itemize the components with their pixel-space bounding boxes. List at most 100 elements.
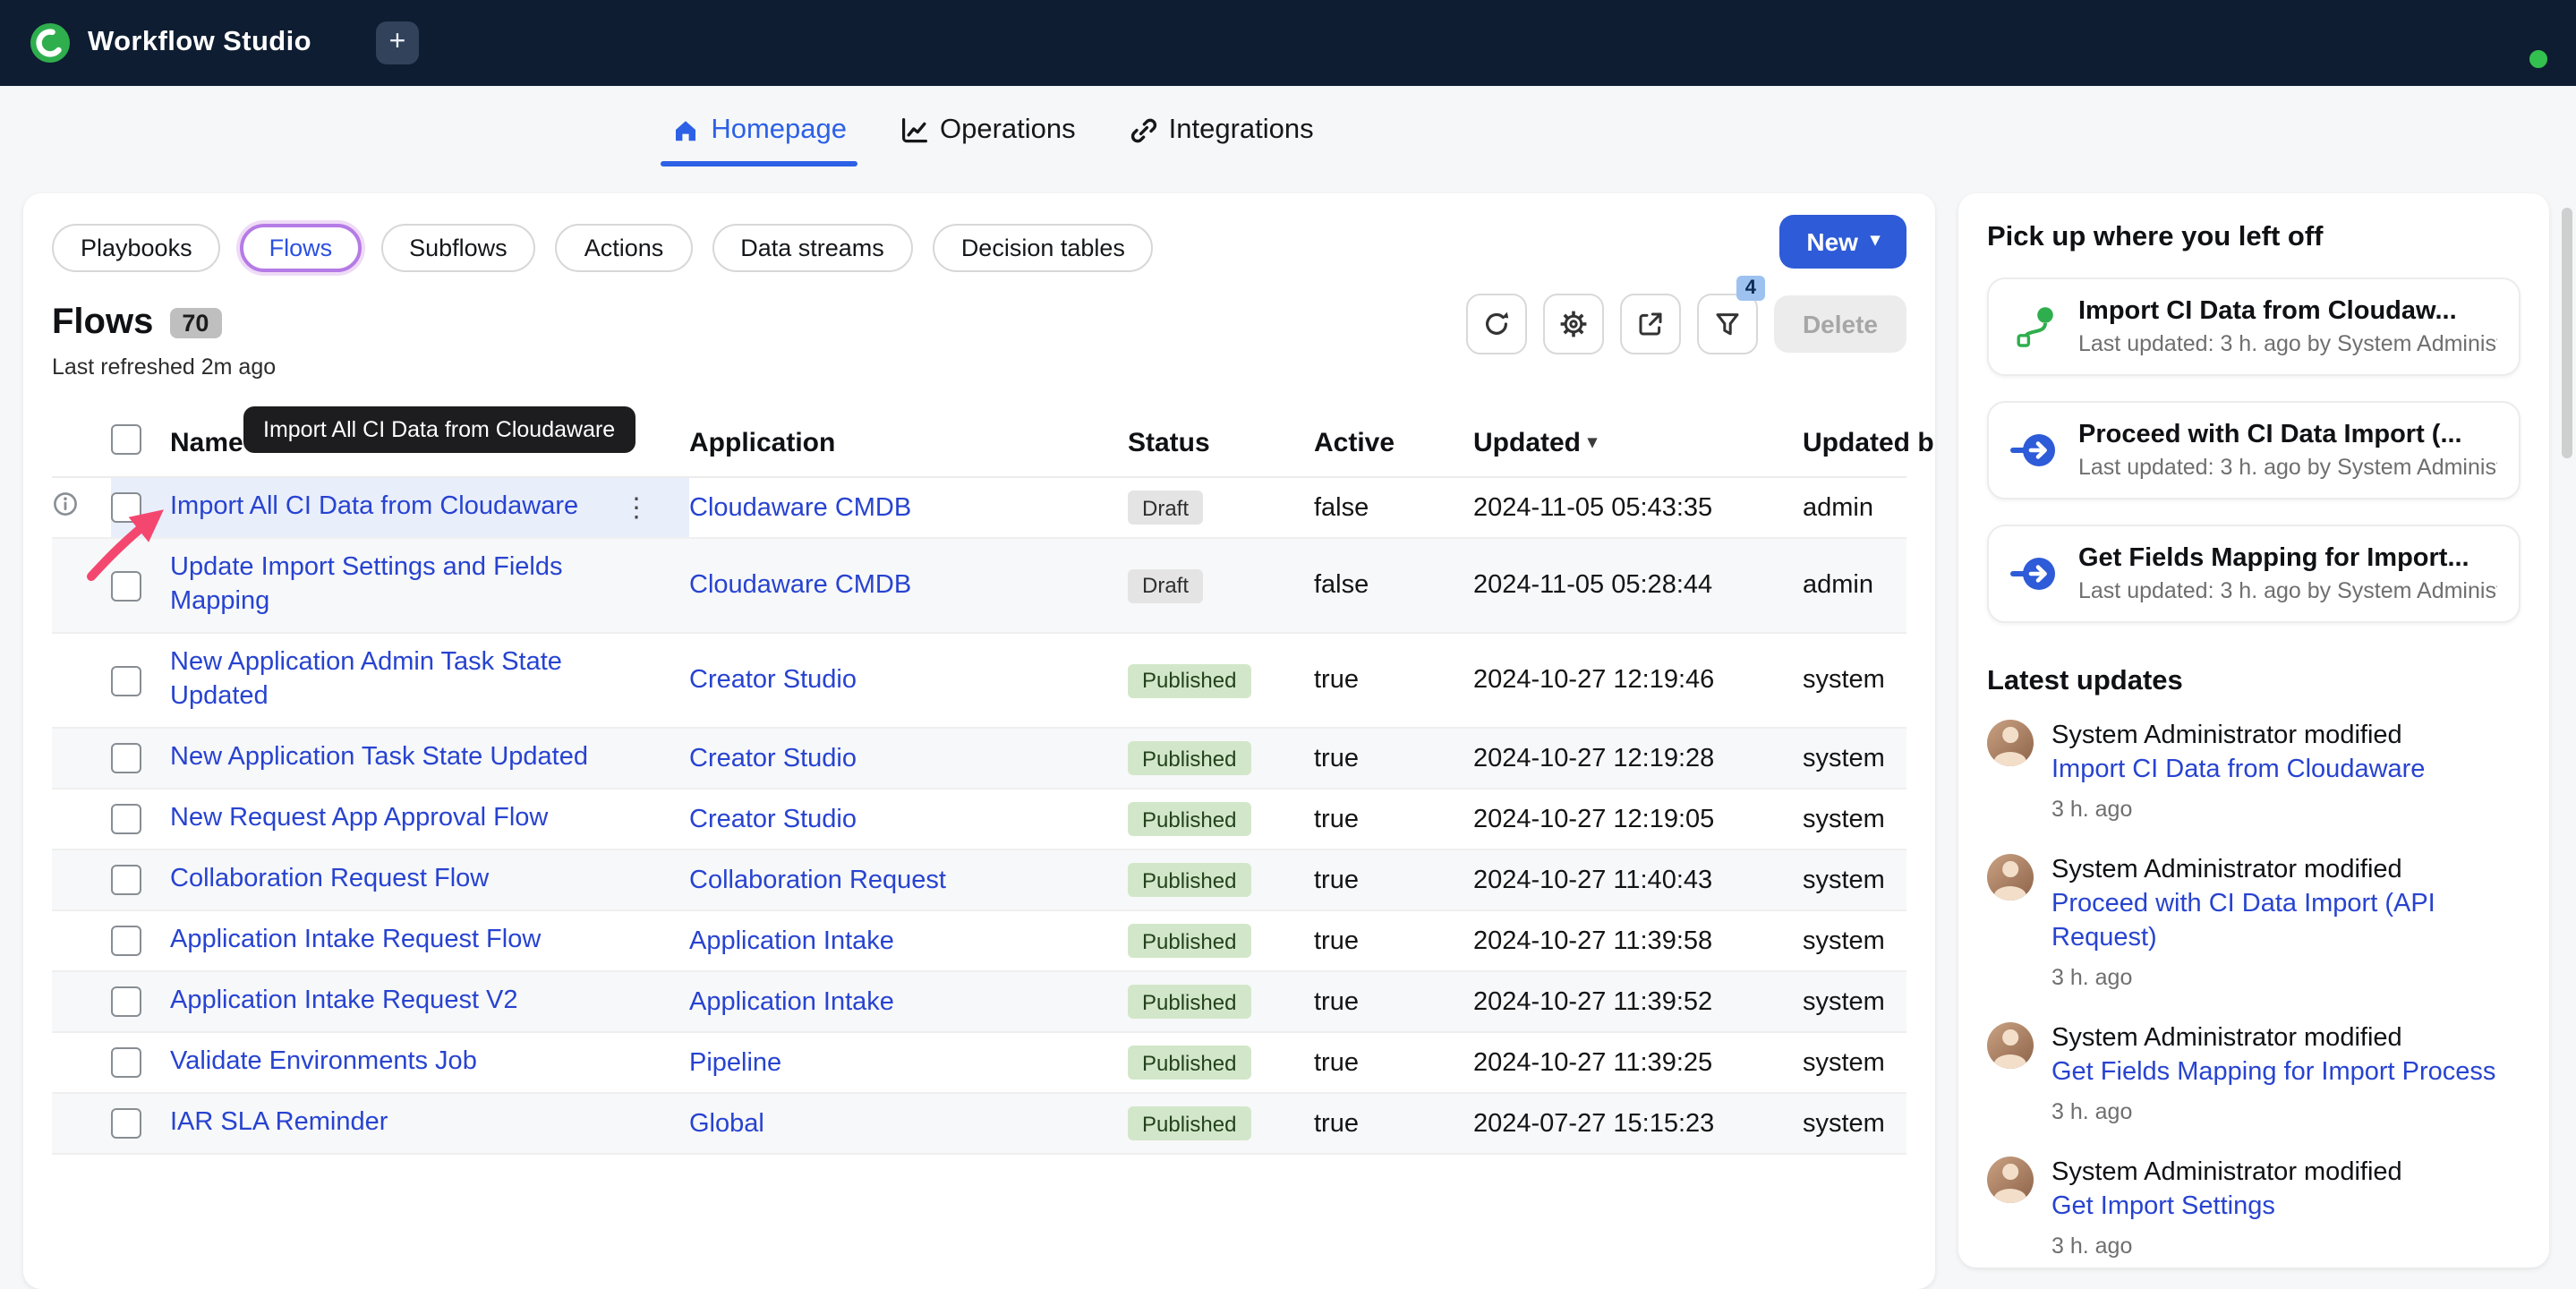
- page: Workflow Studio + Homepage Operations In…: [0, 0, 2576, 1205]
- application-link[interactable]: Creator Studio: [689, 744, 857, 773]
- new-button[interactable]: New ▾: [1779, 215, 1906, 269]
- row-checkbox[interactable]: [111, 570, 141, 601]
- filter-pill-actions[interactable]: Actions: [556, 223, 693, 271]
- table-row[interactable]: New Application Admin Task State Updated…: [52, 634, 1906, 729]
- active-cell: true: [1314, 729, 1473, 788]
- flow-name-link[interactable]: New Application Task State Updated: [170, 741, 588, 775]
- tab-homepage[interactable]: Homepage: [671, 115, 847, 150]
- delete-button[interactable]: Delete: [1774, 295, 1906, 353]
- flow-name-link[interactable]: New Request App Approval Flow: [170, 802, 548, 836]
- row-checkbox[interactable]: [111, 743, 141, 773]
- column-updated-by[interactable]: Updated b: [1803, 427, 1934, 457]
- select-all-checkbox[interactable]: [111, 423, 141, 454]
- add-tab-button[interactable]: +: [376, 21, 419, 64]
- application-link[interactable]: Global: [689, 1109, 764, 1138]
- update-target-link[interactable]: Import CI Data from Cloudaware: [2051, 754, 2425, 788]
- avatar: [1987, 854, 2034, 901]
- application-link[interactable]: Cloudaware CMDB: [689, 493, 911, 522]
- updated-cell: 2024-10-27 11:39:52: [1473, 972, 1803, 1031]
- update-time: 3 h. ago: [2051, 793, 2425, 827]
- flow-name-link[interactable]: Validate Environments Job: [170, 1046, 477, 1080]
- pickup-card-title: Get Fields Mapping for Import...: [2078, 544, 2497, 573]
- row-checkbox[interactable]: [111, 804, 141, 834]
- flow-name-link[interactable]: Update Import Settings and Fields Mappin…: [170, 551, 618, 619]
- updates-title: Latest updates: [1987, 666, 2521, 698]
- pickup-cards: Import CI Data from Cloudaw... Last upda…: [1987, 277, 2521, 623]
- filter-pill-subflows[interactable]: Subflows: [380, 223, 536, 271]
- flow-name-link[interactable]: Import All CI Data from Cloudaware: [170, 491, 578, 525]
- table-row[interactable]: IAR SLA Reminder ⋮ Global Published true…: [52, 1094, 1906, 1155]
- application-link[interactable]: Creator Studio: [689, 805, 857, 833]
- scrollbar[interactable]: [2562, 208, 2572, 458]
- filter-pill-decision-tables[interactable]: Decision tables: [933, 223, 1154, 271]
- table-row[interactable]: Collaboration Request Flow ⋮ Collaborati…: [52, 850, 1906, 911]
- row-checkbox[interactable]: [111, 926, 141, 956]
- pickup-title: Pick up where you left off: [1987, 222, 2521, 254]
- table-row[interactable]: Import All CI Data from Cloudaware ⋮ Clo…: [52, 478, 1906, 539]
- row-checkbox[interactable]: [111, 986, 141, 1017]
- pickup-card[interactable]: Get Fields Mapping for Import... Last up…: [1987, 525, 2521, 623]
- flow-name-link[interactable]: Application Intake Request V2: [170, 985, 518, 1019]
- avatar: [1987, 1022, 2034, 1069]
- export-button[interactable]: [1620, 294, 1681, 354]
- update-actor-text: System Administrator modified: [2051, 720, 2425, 754]
- settings-button[interactable]: [1543, 294, 1604, 354]
- update-time: 3 h. ago: [2051, 1096, 2495, 1130]
- flow-name-link[interactable]: Collaboration Request Flow: [170, 863, 489, 897]
- updated-cell: 2024-10-27 12:19:05: [1473, 790, 1803, 849]
- status-badge: Published: [1128, 924, 1250, 958]
- filter-pill-flows[interactable]: Flows: [241, 223, 362, 271]
- refresh-button[interactable]: [1466, 294, 1527, 354]
- pickup-card[interactable]: Import CI Data from Cloudaw... Last upda…: [1987, 277, 2521, 376]
- kebab-menu-icon[interactable]: ⋮: [623, 491, 650, 525]
- filter-pill-playbooks[interactable]: Playbooks: [52, 223, 221, 271]
- updated-cell: 2024-11-05 05:28:44: [1473, 539, 1803, 632]
- pickup-card[interactable]: Proceed with CI Data Import (... Last up…: [1987, 401, 2521, 499]
- row-checkbox[interactable]: [111, 1108, 141, 1139]
- application-link[interactable]: Application Intake: [689, 987, 894, 1016]
- table-row[interactable]: Update Import Settings and Fields Mappin…: [52, 539, 1906, 634]
- table-row[interactable]: Application Intake Request V2 ⋮ Applicat…: [52, 972, 1906, 1033]
- application-link[interactable]: Creator Studio: [689, 666, 857, 695]
- filter-button[interactable]: 4: [1697, 294, 1758, 354]
- table-toolbar: 4 Delete: [1466, 294, 1906, 354]
- application-link[interactable]: Collaboration Request: [689, 866, 946, 894]
- row-checkbox[interactable]: [111, 865, 141, 895]
- tab-integrations[interactable]: Integrations: [1130, 115, 1314, 150]
- row-checkbox[interactable]: [111, 1047, 141, 1078]
- pickup-card-subtitle: Last updated: 3 h. ago by System Adminis…: [2078, 455, 2497, 480]
- table-row[interactable]: New Application Task State Updated ⋮ Cre…: [52, 729, 1906, 790]
- column-status[interactable]: Status: [1128, 427, 1314, 457]
- chart-icon: [900, 116, 929, 145]
- column-updated-label: Updated: [1473, 427, 1581, 457]
- update-target-link[interactable]: Get Import Settings: [2051, 1191, 2402, 1225]
- column-updated[interactable]: Updated▾: [1473, 427, 1803, 457]
- table-row[interactable]: Application Intake Request Flow ⋮ Applic…: [52, 911, 1906, 972]
- updated-by-cell: system: [1803, 911, 1906, 970]
- application-link[interactable]: Cloudaware CMDB: [689, 571, 911, 600]
- table-row[interactable]: Validate Environments Job ⋮ Pipeline Pub…: [52, 1033, 1906, 1094]
- column-active[interactable]: Active: [1314, 427, 1473, 457]
- flow-node-icon: [2010, 303, 2059, 351]
- application-link[interactable]: Application Intake: [689, 926, 894, 955]
- info-icon[interactable]: [52, 491, 79, 525]
- column-application[interactable]: Application: [689, 427, 1128, 457]
- user-avatar[interactable]: [2497, 18, 2547, 68]
- update-target-link[interactable]: Proceed with CI Data Import (API Request…: [2051, 888, 2521, 956]
- application-link[interactable]: Pipeline: [689, 1048, 781, 1077]
- update-target-link[interactable]: Get Fields Mapping for Import Process: [2051, 1056, 2495, 1090]
- tab-label: Operations: [940, 115, 1076, 147]
- status-badge: Published: [1128, 863, 1250, 897]
- tab-operations[interactable]: Operations: [900, 115, 1076, 150]
- table-row[interactable]: New Request App Approval Flow ⋮ Creator …: [52, 790, 1906, 850]
- active-cell: true: [1314, 790, 1473, 849]
- row-checkbox[interactable]: [111, 492, 141, 523]
- flow-name-link[interactable]: IAR SLA Reminder: [170, 1106, 388, 1140]
- flow-name-link[interactable]: Application Intake Request Flow: [170, 924, 541, 958]
- filter-pill-data-streams[interactable]: Data streams: [712, 223, 913, 271]
- updated-cell: 2024-10-27 11:39:58: [1473, 911, 1803, 970]
- update-item: System Administrator modified Get Import…: [1987, 1157, 2521, 1264]
- flow-name-link[interactable]: New Application Admin Task State Updated: [170, 646, 618, 714]
- active-cell: true: [1314, 1033, 1473, 1092]
- row-checkbox[interactable]: [111, 665, 141, 696]
